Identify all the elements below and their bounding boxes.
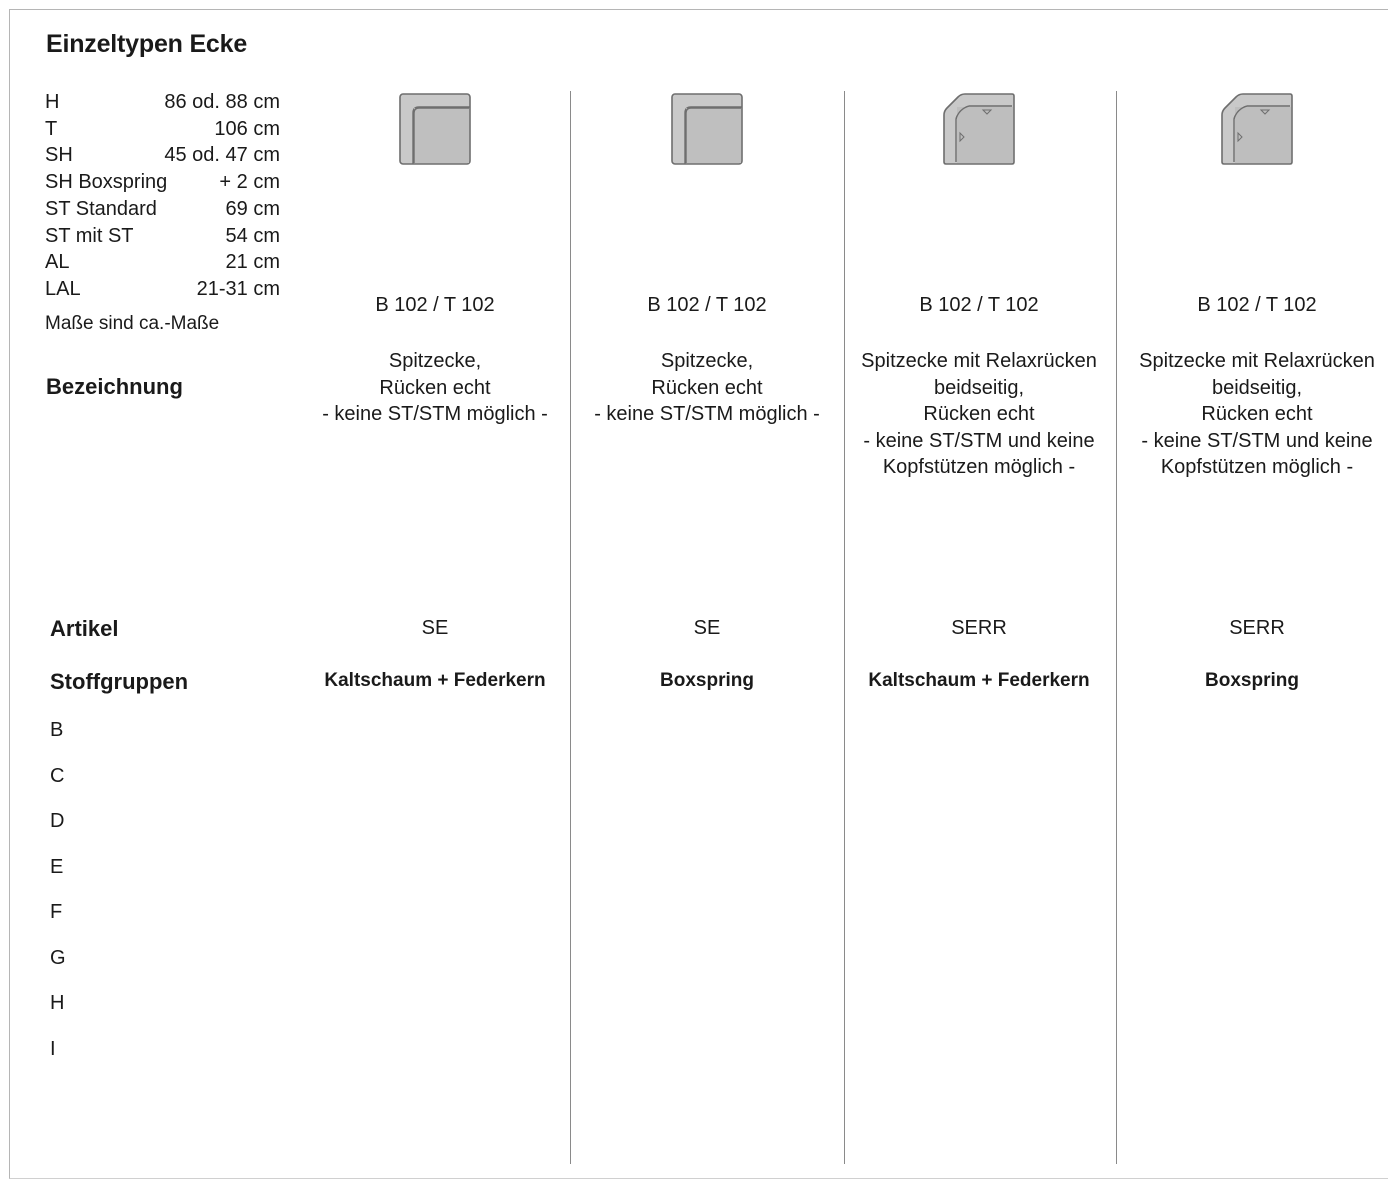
description-line: Kopfstützen möglich - xyxy=(882,456,1076,479)
description: Spitzecke, Rücken echt - keine ST/STM mögl… xyxy=(594,348,820,428)
spec-value: 106 cm xyxy=(214,117,280,140)
description-line: Spitzecke mit Relaxrücken xyxy=(1139,350,1375,372)
spitzecke-icon xyxy=(399,93,471,165)
dimensions-label: B 102 / T 102 xyxy=(919,294,1039,316)
fabric-group-label: I xyxy=(50,1037,56,1060)
description-line: Rücken echt xyxy=(651,376,763,399)
spec-value: 54 cm xyxy=(225,224,280,247)
spec-key: ST Standard xyxy=(45,197,157,220)
spec-key: SH Boxspring xyxy=(45,171,168,194)
article-code: SE xyxy=(421,617,449,639)
description: Spitzecke, Rücken echt - keine ST/STM mögl… xyxy=(322,348,548,428)
spec-key: LAL xyxy=(45,277,81,300)
spec-row: AL 21 cm xyxy=(45,251,280,275)
construction-type: Kaltschaum + Federkern xyxy=(868,670,1090,691)
article-code: SE xyxy=(693,617,721,639)
construction-type: Boxspring xyxy=(1205,670,1299,691)
construction-type: Kaltschaum + Federkern xyxy=(324,670,546,691)
fabric-group-label: E xyxy=(50,855,64,878)
description-line: - keine ST/STM und keine xyxy=(1141,429,1373,452)
dimensions-note: Maße sind ca.-Maße xyxy=(45,313,220,334)
spec-row: LAL 21-31 cm xyxy=(45,278,280,302)
fabric-group-label: F xyxy=(50,901,63,923)
description: Spitzecke mit Relaxrücken beidseitig, Rück… xyxy=(861,348,1097,481)
description-line: beidseitig, xyxy=(1211,376,1303,399)
description-line: Rücken echt xyxy=(379,376,491,399)
spec-value: 45 od. 47 cm xyxy=(164,144,280,167)
description-line: Spitzecke mit Relaxrücken xyxy=(861,350,1097,372)
article-code: SERR xyxy=(1229,617,1285,639)
description-line: Rücken echt xyxy=(923,403,1035,426)
spec-key: ST mit ST xyxy=(45,224,134,247)
article-code: SERR xyxy=(951,617,1007,639)
spec-row: ST Standard 69 cm xyxy=(45,198,280,222)
stoffgruppen-label: Stoffgruppen xyxy=(50,669,189,694)
description-line: - keine ST/STM und keine xyxy=(863,429,1095,452)
description: Spitzecke mit Relaxrücken beidseitig, Rück… xyxy=(1139,348,1375,481)
spitzecke-relax-icon xyxy=(943,93,1015,165)
dimensions-label: B 102 / T 102 xyxy=(1197,294,1317,316)
fabric-group-label: B xyxy=(50,719,64,741)
description-line: Spitzecke, xyxy=(660,350,754,372)
spec-row: T 106 cm xyxy=(45,118,280,142)
description-line: Spitzecke, xyxy=(388,350,482,372)
spitzecke-relax-icon xyxy=(1221,93,1293,165)
page-title: Einzeltypen Ecke xyxy=(46,30,248,58)
description-line: Rücken echt xyxy=(1201,403,1313,426)
spitzecke-icon xyxy=(671,93,743,165)
spec-key: SH xyxy=(45,144,73,167)
description-line: - keine ST/STM möglich - xyxy=(594,403,820,426)
artikel-label: Artikel xyxy=(50,616,119,641)
column-divider xyxy=(1116,91,1117,1164)
spec-value: 69 cm xyxy=(225,197,280,220)
bezeichnung-label: Bezeichnung xyxy=(46,374,183,399)
spec-key: T xyxy=(45,117,58,140)
spec-value: + 2 cm xyxy=(219,171,280,194)
dimensions-label: B 102 / T 102 xyxy=(375,294,495,316)
spec-key: AL xyxy=(45,251,70,274)
spec-row: H 86 od. 88 cm xyxy=(45,91,280,115)
column-divider xyxy=(570,91,571,1164)
fabric-group-label: G xyxy=(50,946,66,969)
construction-type: Boxspring xyxy=(660,670,754,691)
fabric-group-label: D xyxy=(50,810,65,832)
spec-value: 86 od. 88 cm xyxy=(164,91,280,113)
spec-row: SH 45 od. 47 cm xyxy=(45,144,280,168)
spec-value: 21 cm xyxy=(225,251,280,274)
description-line: Kopfstützen möglich - xyxy=(1160,456,1354,479)
description-line: beidseitig, xyxy=(933,376,1025,399)
dimensions-label: B 102 / T 102 xyxy=(647,294,767,316)
description-line: - keine ST/STM möglich - xyxy=(322,403,548,426)
fabric-group-label: H xyxy=(50,992,65,1014)
spec-row: SH Boxspring + 2 cm xyxy=(45,171,280,195)
fabric-group-label: C xyxy=(50,764,65,787)
spec-value: 21-31 cm xyxy=(196,277,280,300)
spec-key: H xyxy=(45,91,60,113)
spec-row: ST mit ST 54 cm xyxy=(45,225,280,249)
column-divider xyxy=(844,91,845,1164)
